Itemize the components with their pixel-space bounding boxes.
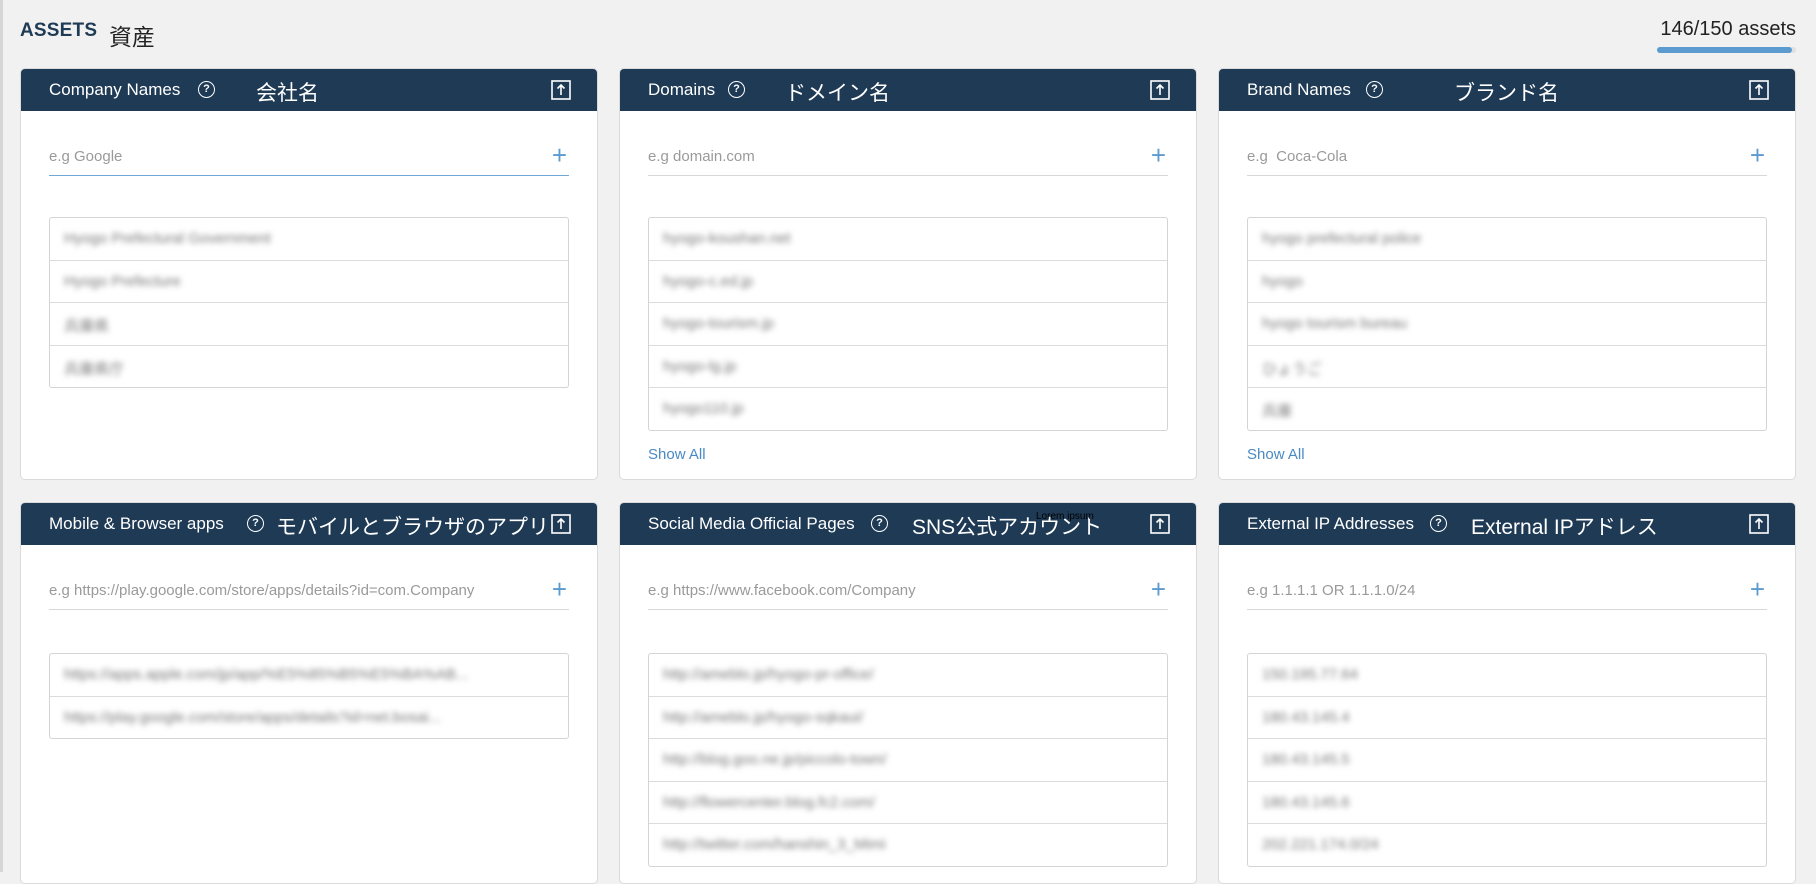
list-item[interactable]: hyogo prefectural police [1248,218,1766,261]
list-item[interactable]: hyogo tourism bureau [1248,303,1766,346]
social-url-input-wrap: + [648,575,1168,610]
card-domains: Domains ? ドメイン名 + hyogo-koushan.net hyog… [619,68,1197,480]
card-social-media-pages: Social Media Official Pages ? SNS公式アカウント… [619,502,1197,884]
list-item[interactable]: Hyogo Prefecture [50,261,568,303]
card-title: Company Names [49,80,181,99]
card-title: Brand Names [1247,80,1351,99]
page-title-jp: 資産 [109,24,155,50]
card-header: Social Media Official Pages ? SNS公式アカウント… [620,503,1196,545]
ip-input-wrap: + [1247,575,1767,610]
export-icon[interactable] [551,80,571,100]
card-title: Domains [648,80,716,99]
list-item[interactable]: http://ameblo.jp/hyogo-sqkaui/ [649,697,1167,739]
add-button[interactable]: + [1750,142,1765,168]
card-mobile-browser-apps: Mobile & Browser apps ? モバイルとブラウザのアプリ + … [20,502,598,884]
domain-input[interactable] [648,141,1116,171]
export-icon[interactable] [1749,80,1769,100]
list-item[interactable]: 兵庫県 [50,303,568,346]
export-icon[interactable] [551,514,571,534]
add-button[interactable]: + [1151,142,1166,168]
tooltip-tag: Lorem ipsum [1036,511,1094,522]
help-icon[interactable]: ? [1366,81,1383,98]
help-icon[interactable]: ? [728,81,745,98]
card-header: Company Names ? 会社名 [21,69,597,111]
list-item[interactable]: http://blog.goo.ne.jp/piccolo-town/ [649,739,1167,782]
list-item[interactable]: Hyogo Prefectural Government [50,218,568,261]
add-button[interactable]: + [552,142,567,168]
card-brand-names: Brand Names ? ブランド名 + hyogo prefectural … [1218,68,1796,480]
asset-progress-fill [1657,47,1793,53]
help-icon[interactable]: ? [1430,515,1447,532]
list-item[interactable]: 180.43.145.4 [1248,697,1766,739]
card-company-names: Company Names ? 会社名 + Hyogo Prefectural … [20,68,598,480]
help-icon[interactable]: ? [871,515,888,532]
card-header: Mobile & Browser apps ? モバイルとブラウザのアプリ [21,503,597,545]
export-icon[interactable] [1749,514,1769,534]
list-item[interactable]: http://flowercenter.blog.fc2.com/ [649,782,1167,824]
card-title-jp: ドメイン名 [785,82,890,105]
domain-list: hyogo-koushan.net hyogo-c.ed.jp hyogo-to… [648,217,1168,431]
card-title-jp: External IPアドレス [1471,516,1658,539]
list-item[interactable]: hyogo-tourism.jp [649,303,1167,346]
list-item[interactable]: 兵庫県庁 [50,346,568,388]
list-item[interactable]: ひょうご [1248,346,1766,388]
ip-list: 150.195.77.64 180.43.145.4 180.43.145.5 … [1247,653,1767,867]
card-header: External IP Addresses ? External IPアドレス [1219,503,1795,545]
company-name-input-wrap: + [49,141,569,176]
list-item[interactable]: https://play.google.com/store/apps/detai… [50,697,568,739]
add-button[interactable]: + [552,576,567,602]
brand-name-input-wrap: + [1247,141,1767,176]
list-item[interactable]: http://ameblo.jp/hyogo-pr-office/ [649,654,1167,697]
brand-name-input[interactable] [1247,141,1715,171]
list-item[interactable]: hyogo [1248,261,1766,303]
company-name-list: Hyogo Prefectural Government Hyogo Prefe… [49,217,569,388]
help-icon[interactable]: ? [247,515,264,532]
social-page-list: http://ameblo.jp/hyogo-pr-office/ http:/… [648,653,1168,867]
company-name-input[interactable] [49,141,517,171]
list-item[interactable]: hyogo110.jp [649,388,1167,430]
social-url-input[interactable] [648,575,1116,605]
card-external-ip-addresses: External IP Addresses ? External IPアドレス … [1218,502,1796,884]
export-icon[interactable] [1150,80,1170,100]
card-title: External IP Addresses [1247,514,1414,533]
list-item[interactable]: https://apps.apple.com/jp/app/%E5%85%B5%… [50,654,568,697]
list-item[interactable]: hyogo-lg.jp [649,346,1167,388]
card-title: Social Media Official Pages [648,514,855,533]
help-icon[interactable]: ? [198,81,215,98]
brand-name-list: hyogo prefectural police hyogo hyogo tou… [1247,217,1767,431]
card-title: Mobile & Browser apps [49,514,224,533]
list-item[interactable]: hyogo-c.ed.jp [649,261,1167,303]
domain-input-wrap: + [648,141,1168,176]
export-icon[interactable] [1150,514,1170,534]
left-border [0,0,3,872]
list-item[interactable]: 202.221.174.0/24 [1248,824,1766,866]
assets-header: ASSETS 資産 146/150 assets [20,0,1796,68]
list-item[interactable]: http://twitter.com/hanshin_3_Mimi [649,824,1167,866]
show-all-link[interactable]: Show All [1247,446,1305,463]
list-item[interactable]: 180.43.145.5 [1248,739,1766,782]
ip-input[interactable] [1247,575,1715,605]
list-item[interactable]: 150.195.77.64 [1248,654,1766,697]
card-header: Brand Names ? ブランド名 [1219,69,1795,111]
page-title: ASSETS [20,20,98,41]
list-item[interactable]: 兵庫 [1248,388,1766,430]
list-item[interactable]: hyogo-koushan.net [649,218,1167,261]
show-all-link[interactable]: Show All [648,446,706,463]
asset-progress-bar [1657,47,1796,53]
card-title-jp: ブランド名 [1454,82,1559,105]
list-item[interactable]: 180.43.145.6 [1248,782,1766,824]
app-list: https://apps.apple.com/jp/app/%E5%85%B5%… [49,653,569,739]
add-button[interactable]: + [1151,576,1166,602]
app-url-input-wrap: + [49,575,569,610]
add-button[interactable]: + [1750,576,1765,602]
card-title-jp: モバイルとブラウザのアプリ [276,516,549,539]
card-header: Domains ? ドメイン名 [620,69,1196,111]
asset-count: 146/150 assets [1660,18,1796,40]
app-url-input[interactable] [49,575,517,605]
card-title-jp: 会社名 [256,82,319,105]
